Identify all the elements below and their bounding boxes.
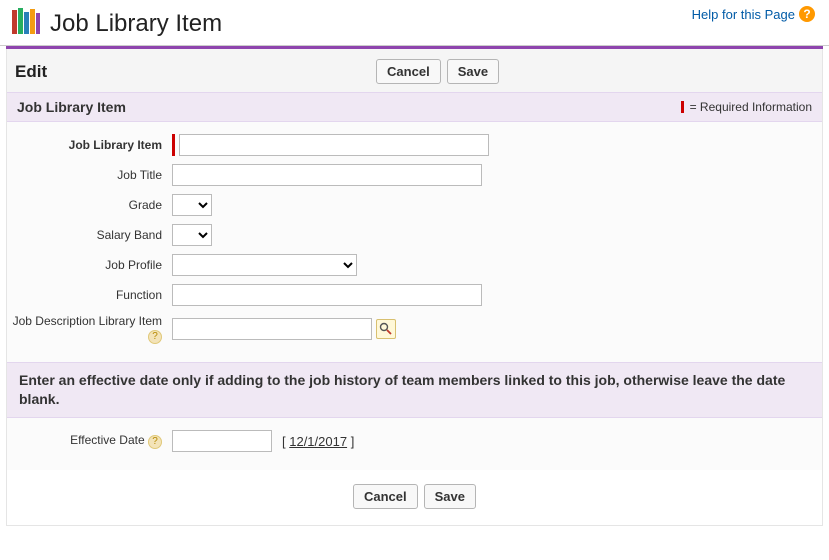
label-salary-band: Salary Band — [7, 228, 172, 242]
cancel-button[interactable]: Cancel — [353, 484, 418, 509]
required-mark-icon — [172, 134, 175, 156]
label-job-description-library-item: Job Description Library Item ? — [7, 314, 172, 344]
label-grade: Grade — [7, 198, 172, 212]
label-job-profile: Job Profile — [7, 258, 172, 272]
save-button[interactable]: Save — [447, 59, 499, 84]
required-info-hint: = Required Information — [681, 100, 812, 114]
job-library-item-input[interactable] — [179, 134, 489, 156]
help-icon[interactable]: ? — [148, 435, 162, 449]
salary-band-select[interactable] — [172, 224, 212, 246]
job-profile-select[interactable] — [172, 254, 357, 276]
section-job-library-item-header: Job Library Item = Required Information — [7, 92, 822, 122]
help-for-this-page-link[interactable]: Help for this Page ? — [692, 6, 815, 22]
help-icon[interactable]: ? — [148, 330, 162, 344]
label-job-library-item: Job Library Item — [7, 138, 172, 152]
required-mark-icon — [681, 101, 684, 113]
lookup-icon[interactable] — [376, 319, 396, 339]
job-title-input[interactable] — [172, 164, 482, 186]
label-function: Function — [7, 288, 172, 302]
grade-select[interactable] — [172, 194, 212, 216]
section-title: Job Library Item — [17, 99, 126, 115]
section-effective-date-text: Enter an effective date only if adding t… — [7, 362, 822, 418]
help-link-text: Help for this Page — [692, 7, 795, 22]
function-input[interactable] — [172, 284, 482, 306]
panel-title: Edit — [15, 62, 47, 82]
save-button[interactable]: Save — [424, 484, 476, 509]
job-description-library-item-input[interactable] — [172, 318, 372, 340]
label-effective-date: Effective Date ? — [7, 433, 172, 449]
cancel-button[interactable]: Cancel — [376, 59, 441, 84]
effective-date-input[interactable] — [172, 430, 272, 452]
books-icon — [10, 6, 42, 41]
help-icon: ? — [799, 6, 815, 22]
edit-panel: Edit Cancel Save Job Library Item = Requ… — [6, 49, 823, 526]
effective-date-example: [ 12/1/2017 ] — [282, 434, 354, 449]
page-title: Job Library Item — [50, 10, 222, 38]
label-job-title: Job Title — [7, 168, 172, 182]
effective-date-example-link[interactable]: 12/1/2017 — [289, 434, 347, 449]
